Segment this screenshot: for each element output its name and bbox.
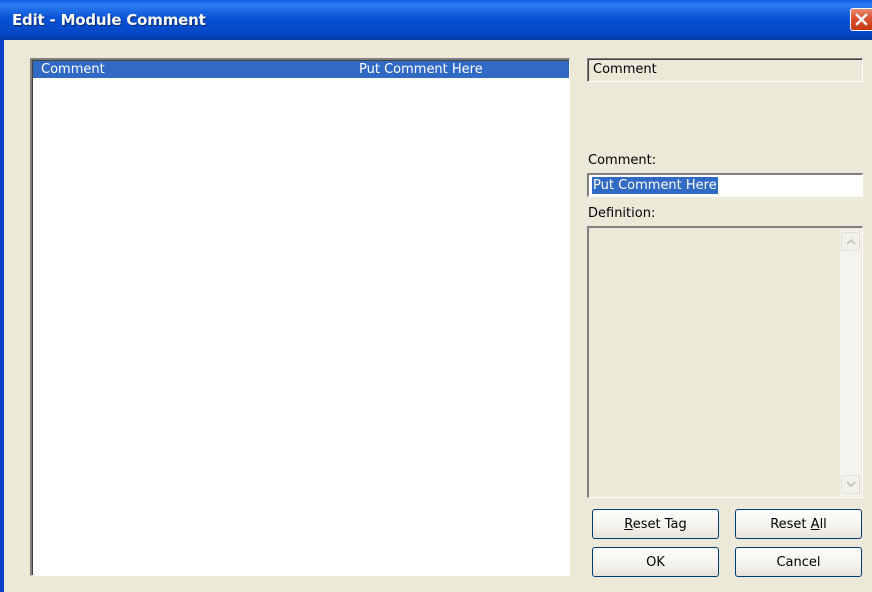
reset-tag-button[interactable]: Reset Tag [592, 509, 719, 539]
list-item-value: Put Comment Here [359, 62, 483, 77]
reset-all-label: Reset All [770, 516, 827, 532]
cancel-label: Cancel [776, 554, 821, 570]
title-bar[interactable]: Edit - Module Comment [0, 0, 872, 40]
comment-label: Comment: [588, 153, 657, 168]
ok-label: OK [646, 554, 665, 570]
ok-button[interactable]: OK [592, 547, 719, 577]
window-title: Edit - Module Comment [12, 11, 206, 29]
close-icon [855, 13, 868, 26]
window-frame [0, 40, 4, 592]
reset-tag-label: Reset Tag [624, 516, 687, 532]
scroll-up-button[interactable] [841, 232, 860, 251]
scroll-down-arrow-icon [846, 481, 856, 488]
definition-scrollbar[interactable] [840, 230, 861, 496]
close-button[interactable] [850, 8, 872, 31]
definition-field[interactable] [587, 226, 863, 498]
selected-name-display: Comment [587, 58, 863, 82]
list-item[interactable]: Comment Put Comment Here [33, 61, 569, 78]
scroll-up-arrow-icon [846, 238, 856, 245]
comment-field-value: Put Comment Here [592, 177, 718, 194]
comment-list[interactable]: Comment Put Comment Here [30, 58, 570, 576]
comment-field[interactable]: Put Comment Here [587, 173, 863, 197]
scroll-down-button[interactable] [841, 475, 860, 494]
cancel-button[interactable]: Cancel [735, 547, 862, 577]
definition-label: Definition: [588, 206, 656, 221]
list-item-name: Comment [41, 62, 105, 77]
reset-all-button[interactable]: Reset All [735, 509, 862, 539]
